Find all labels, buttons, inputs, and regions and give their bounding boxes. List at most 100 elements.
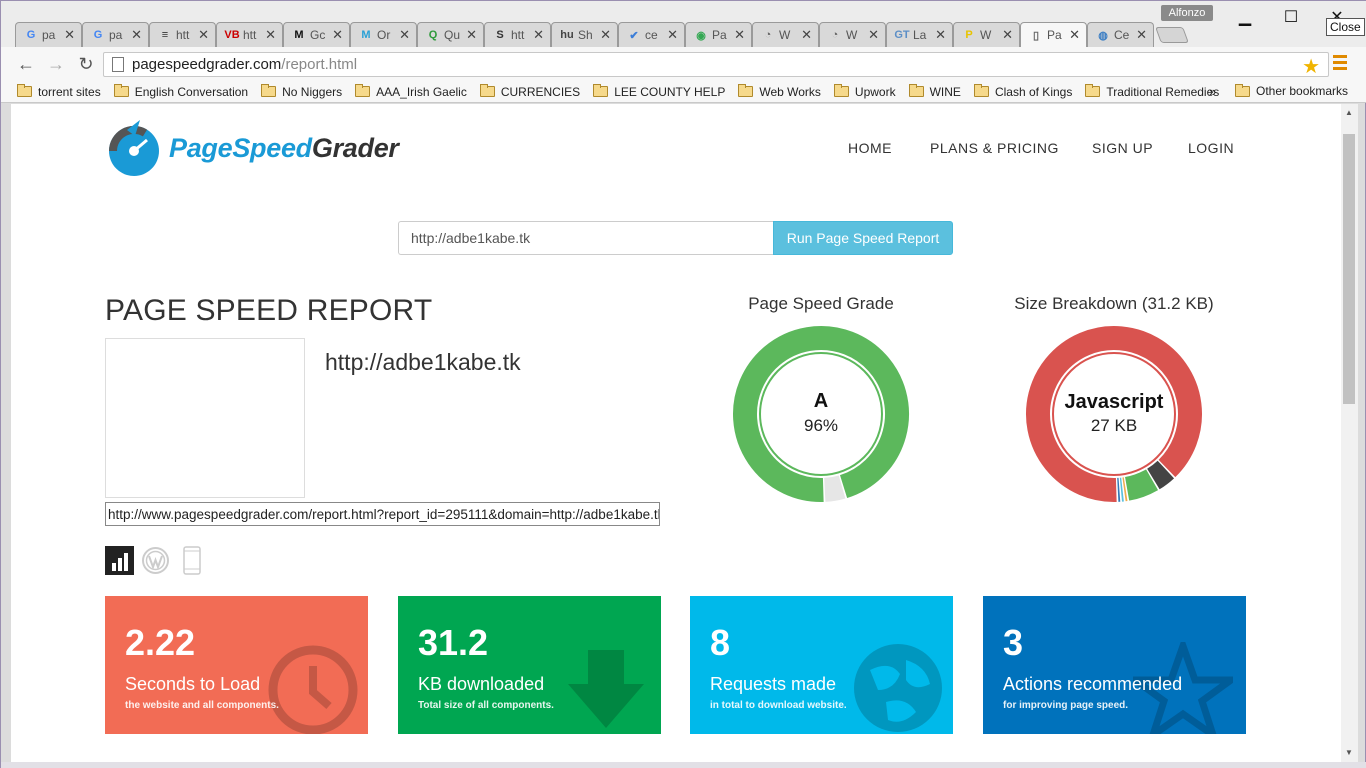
browser-tab[interactable]: hu Sh ✕ [551, 22, 618, 47]
size-title: Size Breakdown (31.2 KB) [1014, 294, 1214, 313]
requests-sub: in total to download website. [710, 700, 847, 711]
tab-close-icon[interactable]: ✕ [1002, 27, 1013, 43]
other-bookmarks[interactable]: Other bookmarks [1235, 83, 1349, 98]
browser-tab[interactable]: ✔ ce ✕ [618, 22, 685, 47]
tab-close-icon[interactable]: ✕ [868, 27, 879, 43]
chrome-menu-icon[interactable] [1333, 55, 1347, 73]
bookmark-label: LEE COUNTY HELP [614, 84, 726, 99]
browser-tab[interactable]: ◉ Pa ✕ [685, 22, 752, 47]
size-segment-other-1 [1146, 460, 1175, 490]
new-tab-button[interactable] [1155, 27, 1189, 43]
tab-title: W [980, 28, 992, 42]
site-logo[interactable]: PageSpeedGrader [107, 118, 399, 178]
tab-close-icon[interactable]: ✕ [64, 27, 75, 43]
tab-close-icon[interactable]: ✕ [265, 27, 276, 43]
nav-login[interactable]: LOGIN [1188, 140, 1234, 156]
bookmark-folder[interactable]: Traditional Remedies [1085, 84, 1219, 99]
browser-tab[interactable]: Gpa ✕ [15, 22, 82, 47]
url-input[interactable] [398, 221, 773, 255]
browser-tab[interactable]: ≡ htt ✕ [149, 22, 216, 47]
back-icon[interactable]: ← [15, 53, 37, 75]
p-icon: P [965, 29, 973, 41]
tab-close-icon[interactable]: ✕ [332, 27, 343, 43]
tab-title: Sh [578, 28, 593, 42]
browser-tab[interactable]: ◔ W ✕ [819, 22, 886, 47]
requests-value: 8 [710, 622, 731, 663]
tab-close-icon[interactable]: ✕ [131, 27, 142, 43]
browser-tab[interactable]: ◍ Ce ✕ [1087, 22, 1154, 47]
browser-tab[interactable]: Gpa ✕ [82, 22, 149, 47]
logo-text-blue: PageSpeed [169, 132, 312, 163]
tab-close-icon[interactable]: ✕ [1136, 27, 1147, 43]
other-bookmarks-label: Other bookmarks [1256, 84, 1349, 98]
maximize-icon[interactable]: ☐ [1269, 3, 1313, 31]
folder-icon [973, 84, 989, 97]
tab-title: pa [42, 28, 56, 42]
gt-icon: GT [894, 29, 910, 41]
size-card: 31.2 KB downloaded Total size of all com… [398, 596, 661, 734]
address-path: /report.html [281, 56, 358, 73]
share-url-field[interactable] [105, 502, 660, 526]
address-bar[interactable]: pagespeedgrader.com/report.html ★ [103, 52, 1329, 79]
browser-tab[interactable]: Q Qu ✕ [417, 22, 484, 47]
tab-close-icon[interactable]: ✕ [935, 27, 946, 43]
bookmark-folder[interactable]: torrent sites [17, 84, 101, 99]
minimize-icon[interactable]: ▁ [1223, 3, 1267, 31]
run-report-button[interactable]: Run Page Speed Report [773, 221, 953, 255]
folder-icon [355, 84, 371, 97]
tab-close-icon[interactable]: ✕ [399, 27, 410, 43]
scroll-up-icon[interactable]: ▲ [1345, 108, 1353, 117]
browser-tab[interactable]: GT La ✕ [886, 22, 953, 47]
scroll-down-icon[interactable]: ▼ [1345, 748, 1353, 757]
mobile-icon[interactable] [177, 546, 206, 575]
browser-tab[interactable]: ▯ Pa ✕ [1020, 22, 1087, 47]
forward-icon[interactable]: → [45, 53, 67, 75]
bookmark-folder[interactable]: Web Works [738, 84, 821, 99]
size-sub: Total size of all components. [418, 700, 554, 711]
bookmark-folder[interactable]: WINE [908, 84, 961, 99]
scrollbar-thumb[interactable] [1343, 134, 1355, 404]
nav-plans-pricing[interactable]: PLANS & PRICING [930, 140, 1059, 156]
tab-title: Gc [310, 28, 326, 42]
logo-text-dark: Grader [311, 132, 399, 163]
bookmark-folder[interactable]: Upwork [833, 84, 896, 99]
nav-sign-up[interactable]: SIGN UP [1092, 140, 1153, 156]
browser-tab[interactable]: M Gc ✕ [283, 22, 350, 47]
bookmark-folder[interactable]: Clash of Kings [973, 84, 1072, 99]
tab-close-icon[interactable]: ✕ [198, 27, 209, 43]
tab-close-icon[interactable]: ✕ [801, 27, 812, 43]
folder-icon [908, 84, 924, 97]
tab-close-icon[interactable]: ✕ [667, 27, 678, 43]
tab-close-icon[interactable]: ✕ [734, 27, 745, 43]
tab-close-icon[interactable]: ✕ [466, 27, 477, 43]
tab-close-icon[interactable]: ✕ [600, 27, 611, 43]
browser-tab[interactable]: P W ✕ [953, 22, 1020, 47]
bookmark-label: No Niggers [282, 84, 343, 99]
nav-home[interactable]: HOME [848, 140, 892, 156]
bookmark-folder[interactable]: English Conversation [113, 84, 248, 99]
bookmark-folder[interactable]: AAA_Irish Gaelic [355, 84, 467, 99]
google-icon: G [26, 29, 36, 41]
bar-chart-icon[interactable] [105, 546, 134, 575]
wordpress-icon[interactable] [141, 546, 170, 575]
bookmark-folder[interactable]: No Niggers [261, 84, 343, 99]
tab-close-icon[interactable]: ✕ [533, 27, 544, 43]
page-scrollbar[interactable]: ▲ ▼ [1341, 104, 1358, 762]
bookmark-label: Upwork [854, 84, 896, 99]
bookmark-star-icon[interactable]: ★ [1302, 54, 1320, 79]
bookmark-folder[interactable]: CURRENCIES [479, 84, 580, 99]
bookmarks-overflow-icon[interactable]: » [1209, 84, 1216, 99]
address-host: pagespeedgrader.com [132, 56, 282, 73]
bookmark-folder[interactable]: LEE COUNTY HELP [593, 84, 726, 99]
browser-tab[interactable]: Shtt ✕ [484, 22, 551, 47]
page-info-icon[interactable] [112, 57, 124, 72]
browser-toolbar: ← → ↻ pagespeedgrader.com/report.html ★ [1, 47, 1366, 81]
browser-tab[interactable]: VB htt ✕ [216, 22, 283, 47]
reload-icon[interactable]: ↻ [75, 53, 97, 75]
tab-close-icon[interactable]: ✕ [1069, 27, 1080, 43]
profile-button[interactable]: Alfonzo [1161, 5, 1213, 21]
browser-tab[interactable]: ◔ W ✕ [752, 22, 819, 47]
browser-tab[interactable]: M Or ✕ [350, 22, 417, 47]
grade-segment-remaining [823, 475, 846, 502]
size-segment-other-2 [1124, 469, 1159, 501]
